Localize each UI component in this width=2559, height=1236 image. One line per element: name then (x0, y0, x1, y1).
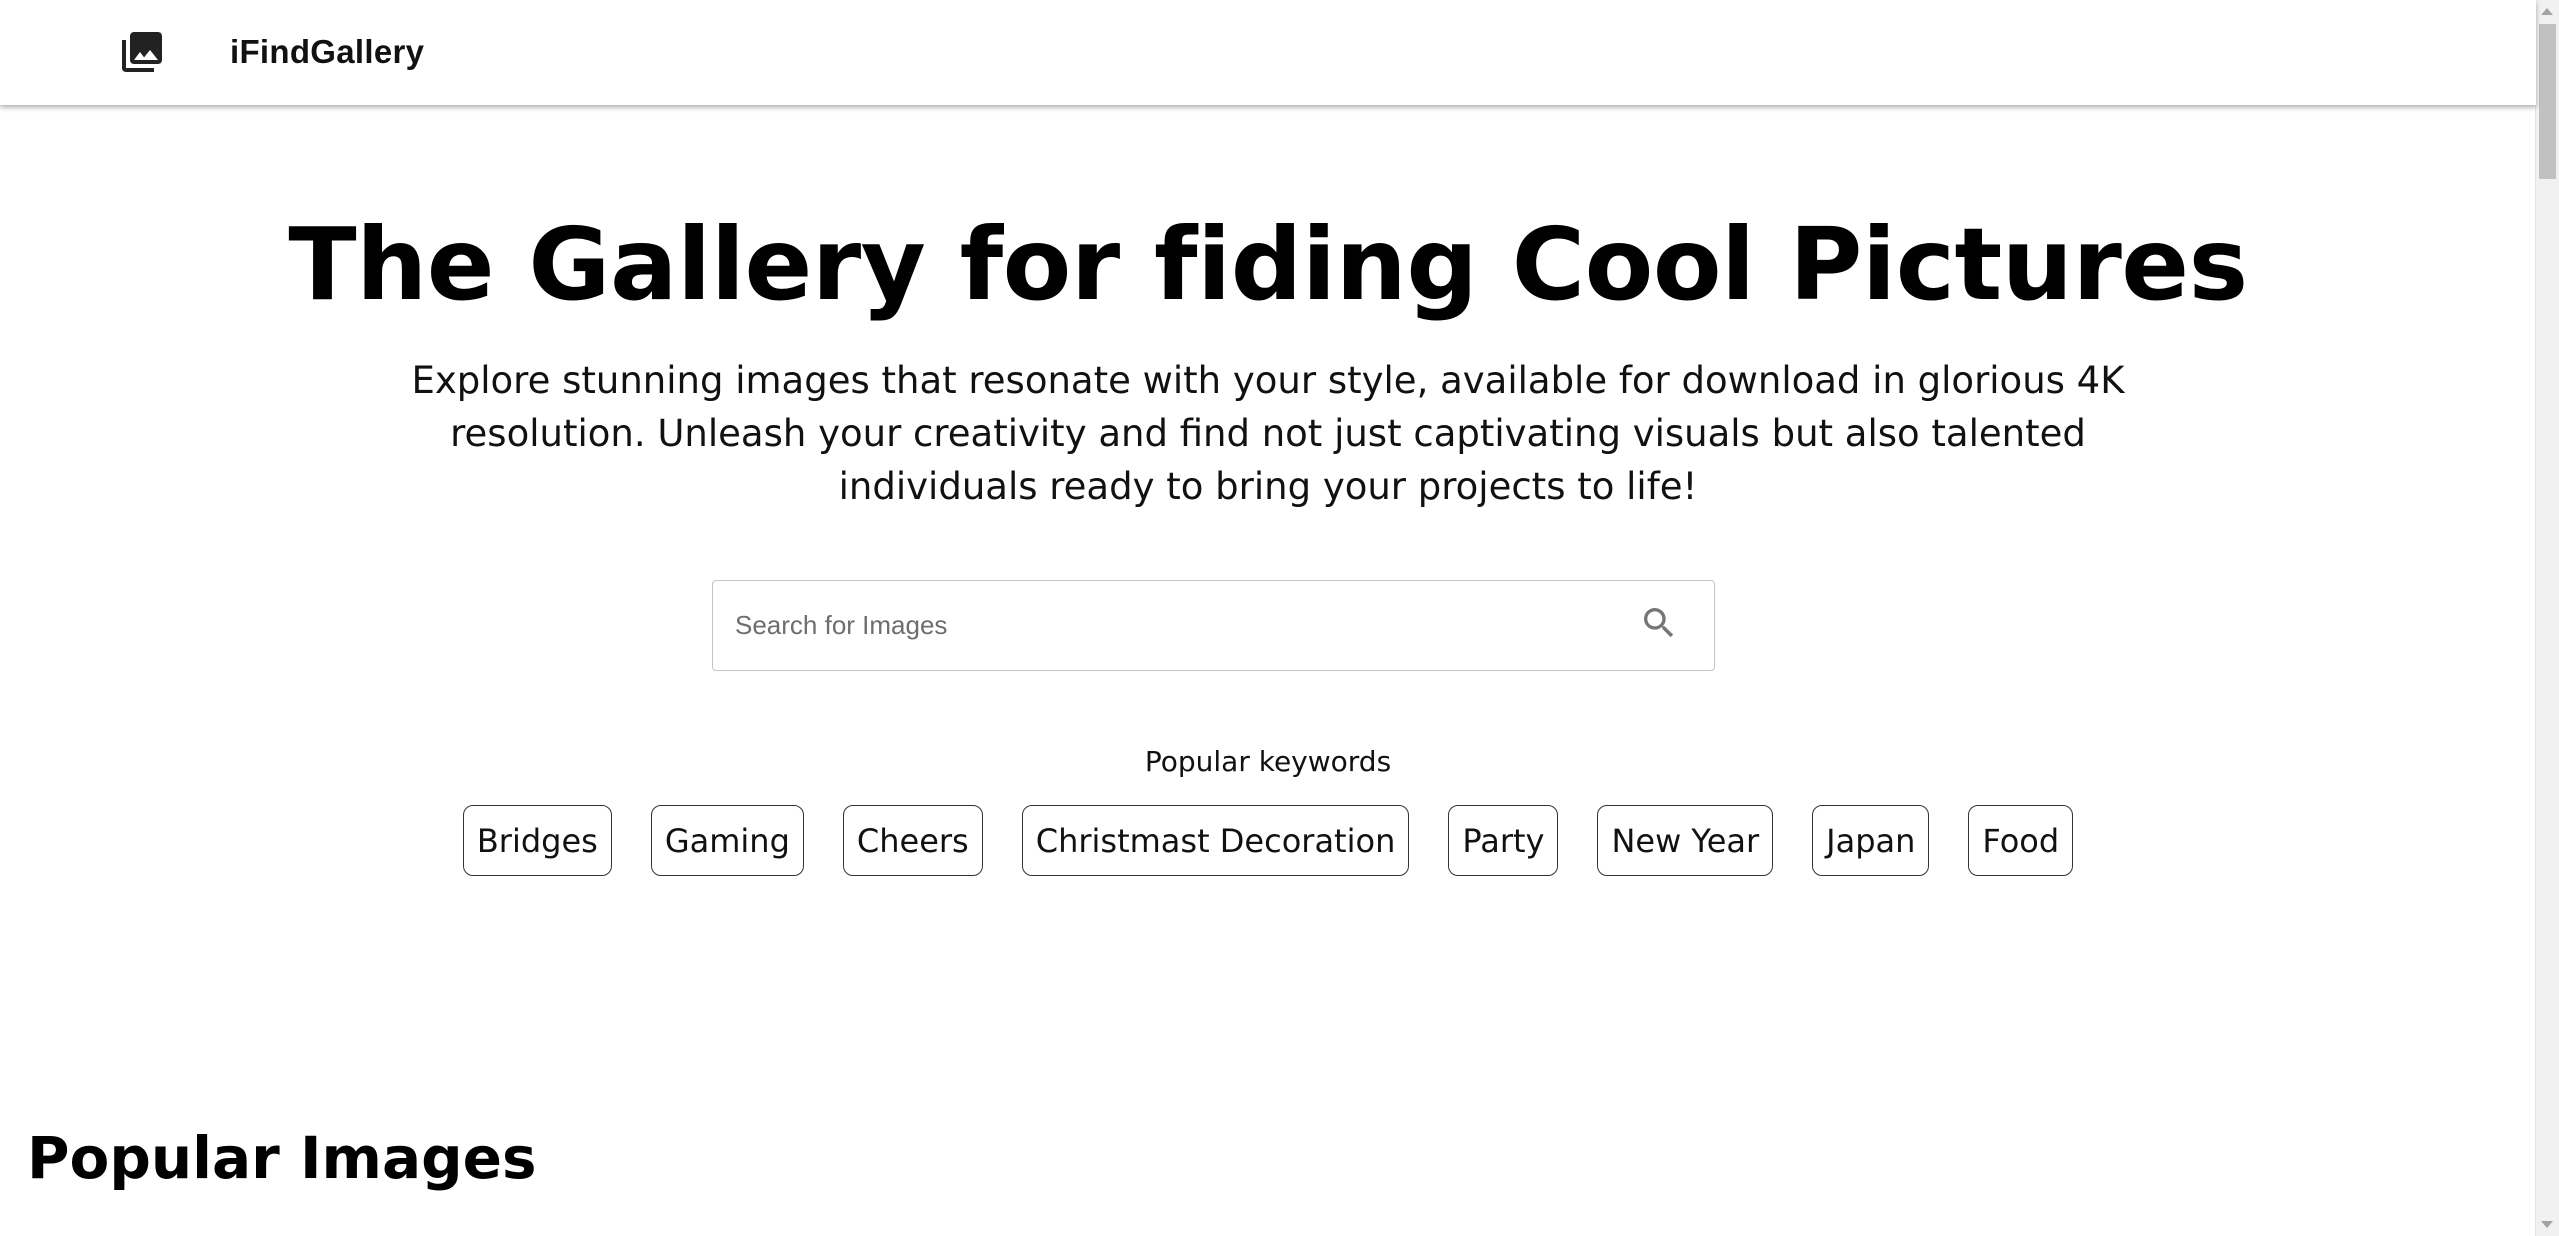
keyword-chip[interactable]: Gaming (650, 805, 804, 876)
scroll-up-arrow-icon[interactable] (2541, 8, 2553, 15)
search-icon (1639, 603, 1679, 647)
app-bar: iFindGallery (0, 0, 2536, 105)
keyword-chip[interactable]: Food (1968, 805, 2074, 876)
keyword-chip[interactable]: Cheers (842, 805, 983, 876)
keyword-chip[interactable]: Japan (1812, 805, 1930, 876)
keyword-chip[interactable]: Christmast Decoration (1021, 805, 1410, 876)
keyword-chip[interactable]: Party (1448, 805, 1559, 876)
photo-library-icon[interactable] (118, 28, 166, 76)
keyword-chip[interactable]: Bridges (462, 805, 612, 876)
keyword-chips: Bridges Gaming Cheers Christmast Decorat… (0, 805, 2536, 876)
scroll-thumb[interactable] (2539, 24, 2556, 179)
page: iFindGallery The Gallery for fiding Cool… (0, 0, 2559, 1236)
keyword-chip[interactable]: New Year (1597, 805, 1774, 876)
search-button[interactable] (1634, 600, 1684, 650)
vertical-scrollbar[interactable] (2535, 0, 2559, 1236)
scroll-down-arrow-icon[interactable] (2541, 1221, 2553, 1228)
hero-title: The Gallery for fiding Cool Pictures (288, 206, 2248, 323)
hero-description: Explore stunning images that resonate wi… (411, 359, 2125, 508)
brand-name[interactable]: iFindGallery (230, 28, 424, 76)
search-input[interactable] (735, 581, 1595, 670)
search-box (712, 580, 1715, 671)
popular-images-heading: Popular Images (27, 1124, 537, 1192)
popular-keywords-label: Popular keywords (1144, 745, 1392, 778)
